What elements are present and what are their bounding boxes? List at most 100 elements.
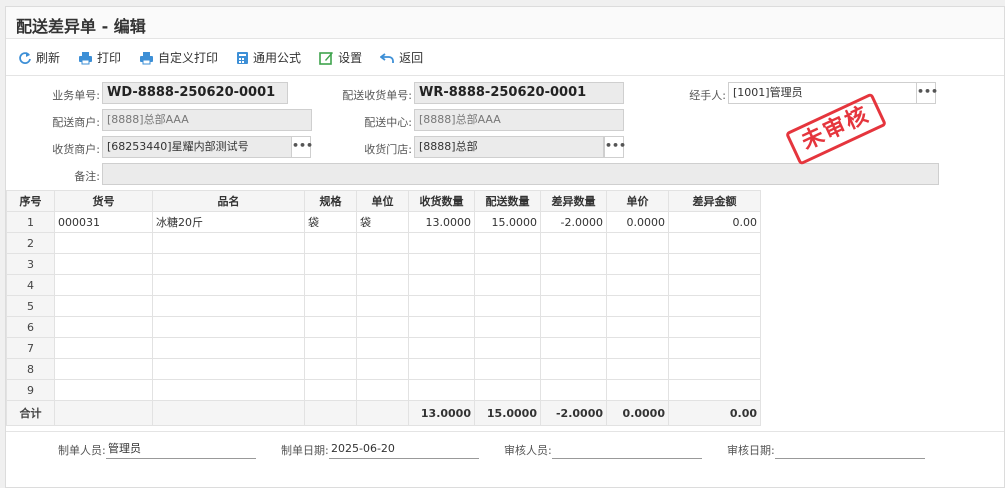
table-cell[interactable]	[540, 379, 607, 401]
table-cell[interactable]	[54, 379, 153, 401]
table-row[interactable]: 1 000031 冰糖20斤袋袋 13.0000 15.0000 -2.0000 0.000…	[6, 211, 761, 233]
table-cell[interactable]: 15.0000	[474, 211, 541, 233]
table-cell[interactable]	[668, 337, 761, 359]
column-header[interactable]: 货号	[54, 190, 153, 212]
column-header[interactable]: 差异金额	[668, 190, 761, 212]
table-cell[interactable]	[606, 337, 669, 359]
table-cell[interactable]	[606, 316, 669, 338]
table-cell[interactable]	[540, 295, 607, 317]
table-cell[interactable]	[54, 274, 153, 296]
handler-field[interactable]: [1001]管理员	[728, 82, 918, 104]
table-cell[interactable]	[474, 274, 541, 296]
table-cell[interactable]	[54, 337, 153, 359]
table-row[interactable]: 3	[6, 253, 761, 275]
table-cell[interactable]	[152, 337, 305, 359]
table-cell[interactable]: 000031	[54, 211, 153, 233]
table-cell[interactable]	[408, 337, 475, 359]
table-cell[interactable]	[152, 253, 305, 275]
table-cell[interactable]: 0.00	[668, 211, 761, 233]
table-row[interactable]: 9	[6, 379, 761, 401]
custom-print-button[interactable]: 自定义打印	[139, 49, 218, 66]
table-cell[interactable]	[668, 274, 761, 296]
table-cell[interactable]	[152, 274, 305, 296]
recv-store-more-button[interactable]: •••	[604, 136, 626, 158]
table-row[interactable]: 5	[6, 295, 761, 317]
table-cell[interactable]: 袋	[356, 211, 409, 233]
table-cell[interactable]	[304, 274, 357, 296]
table-cell[interactable]	[668, 358, 761, 380]
handler-more-button[interactable]: •••	[916, 82, 938, 104]
table-cell[interactable]: 13.0000	[408, 211, 475, 233]
column-header[interactable]: 规格	[304, 190, 357, 212]
table-cell[interactable]	[668, 379, 761, 401]
table-cell[interactable]	[356, 358, 409, 380]
table-cell[interactable]	[54, 358, 153, 380]
table-cell[interactable]	[54, 316, 153, 338]
table-cell[interactable]: 袋	[304, 211, 357, 233]
table-cell[interactable]	[304, 232, 357, 254]
table-cell[interactable]	[356, 253, 409, 275]
table-cell[interactable]	[474, 358, 541, 380]
table-cell[interactable]	[304, 253, 357, 275]
table-cell[interactable]	[540, 274, 607, 296]
table-cell[interactable]	[474, 295, 541, 317]
table-cell[interactable]	[54, 232, 153, 254]
auditor-field[interactable]	[552, 440, 702, 459]
audit-date-field[interactable]	[775, 440, 925, 459]
table-cell[interactable]	[152, 232, 305, 254]
column-header[interactable]: 品名	[152, 190, 305, 212]
table-cell[interactable]	[540, 232, 607, 254]
table-cell[interactable]	[668, 232, 761, 254]
table-cell[interactable]	[356, 274, 409, 296]
table-cell[interactable]	[668, 316, 761, 338]
column-header[interactable]: 配送数量	[474, 190, 541, 212]
table-cell[interactable]	[474, 337, 541, 359]
recv-merchant-field[interactable]: [68253440]星耀内部测试号	[102, 136, 292, 158]
table-cell[interactable]	[408, 274, 475, 296]
table-row[interactable]: 2	[6, 232, 761, 254]
table-row[interactable]: 7	[6, 337, 761, 359]
table-cell[interactable]	[606, 379, 669, 401]
table-cell[interactable]	[54, 295, 153, 317]
table-cell[interactable]	[152, 295, 305, 317]
recv-merchant-more-button[interactable]: •••	[291, 136, 313, 158]
dist-center-field[interactable]: [8888]总部AAA	[414, 109, 624, 131]
table-cell[interactable]	[304, 295, 357, 317]
table-cell[interactable]	[408, 358, 475, 380]
table-cell[interactable]	[474, 232, 541, 254]
table-cell[interactable]	[356, 232, 409, 254]
table-cell[interactable]	[304, 316, 357, 338]
table-cell[interactable]	[408, 253, 475, 275]
table-cell[interactable]	[540, 253, 607, 275]
table-cell[interactable]	[668, 253, 761, 275]
table-cell[interactable]	[152, 358, 305, 380]
recv-store-field[interactable]: [8888]总部	[414, 136, 604, 158]
recv-no-field[interactable]: WR-8888-250620-0001	[414, 82, 624, 104]
column-header[interactable]: 单价	[606, 190, 669, 212]
table-cell[interactable]: 0.0000	[606, 211, 669, 233]
column-header[interactable]: 差异数量	[540, 190, 607, 212]
dist-merchant-field[interactable]: [8888]总部AAA	[102, 109, 312, 131]
table-cell[interactable]	[304, 358, 357, 380]
table-cell[interactable]	[540, 337, 607, 359]
table-cell[interactable]: -2.0000	[540, 211, 607, 233]
table-cell[interactable]	[356, 316, 409, 338]
table-cell[interactable]	[474, 253, 541, 275]
table-cell[interactable]	[606, 358, 669, 380]
table-cell[interactable]	[474, 379, 541, 401]
biz-no-field[interactable]: WD-8888-250620-0001	[102, 82, 288, 104]
table-cell[interactable]	[606, 295, 669, 317]
table-cell[interactable]	[606, 274, 669, 296]
table-cell[interactable]	[540, 358, 607, 380]
column-header[interactable]: 单位	[356, 190, 409, 212]
table-cell[interactable]	[356, 337, 409, 359]
table-cell[interactable]	[54, 253, 153, 275]
table-cell[interactable]	[152, 379, 305, 401]
table-row[interactable]: 8	[6, 358, 761, 380]
refresh-button[interactable]: 刷新	[18, 49, 60, 66]
table-cell[interactable]	[304, 379, 357, 401]
back-button[interactable]: 返回	[380, 49, 423, 66]
table-cell[interactable]	[356, 379, 409, 401]
table-cell[interactable]	[474, 316, 541, 338]
table-cell[interactable]	[304, 337, 357, 359]
